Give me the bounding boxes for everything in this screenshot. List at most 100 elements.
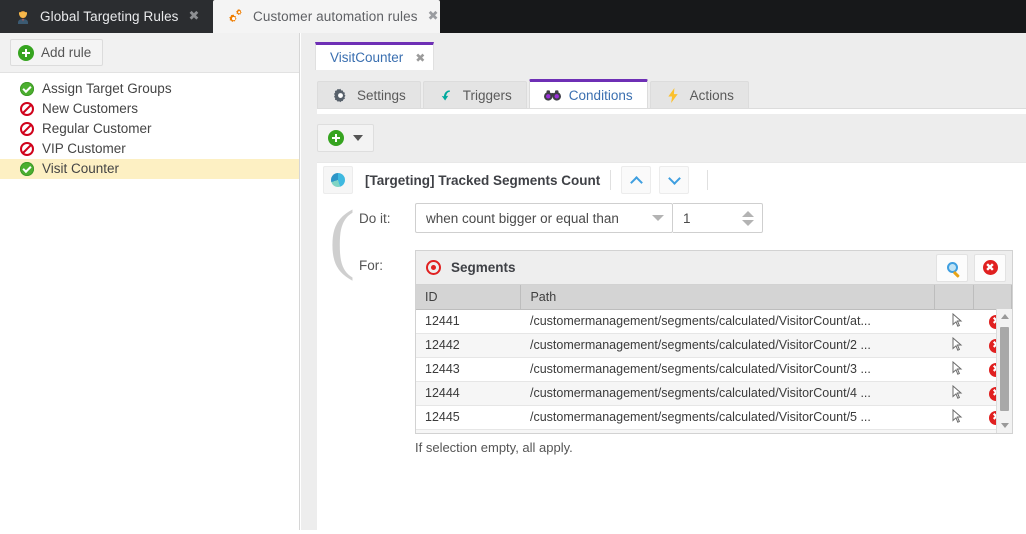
conditions-toolbar bbox=[301, 114, 1026, 152]
tab-triggers[interactable]: Triggers bbox=[422, 81, 527, 108]
chevron-down-icon[interactable] bbox=[353, 135, 363, 141]
app-tab-global-targeting-rules[interactable]: Global Targeting Rules ✖ bbox=[0, 0, 213, 33]
segments-table-body: 12441 /customermanagement/segments/calcu… bbox=[416, 309, 1012, 433]
segments-search-button[interactable] bbox=[936, 253, 968, 282]
table-row[interactable]: 12443 /customermanagement/segments/calcu… bbox=[416, 357, 1012, 382]
sidebar-item-visit-counter[interactable]: Visit Counter bbox=[0, 159, 299, 179]
cursor-pointer-icon bbox=[952, 336, 963, 351]
rule-list: Assign Target Groups New Customers Regul… bbox=[0, 73, 299, 179]
rule-label: Visit Counter bbox=[42, 161, 120, 176]
cursor-pointer-icon bbox=[952, 312, 963, 327]
column-header-id[interactable]: ID bbox=[416, 285, 522, 310]
operator-select[interactable]: when count bigger or equal than bbox=[415, 203, 673, 233]
rule-label: New Customers bbox=[42, 101, 139, 116]
cell-path: /customermanagement/segments/calculated/… bbox=[520, 333, 935, 358]
red-x-circle-icon: ✖ bbox=[982, 260, 998, 275]
tab-settings[interactable]: Settings bbox=[317, 81, 421, 108]
table-row[interactable]: 12441 /customermanagement/segments/calcu… bbox=[416, 309, 1012, 334]
cell-path: /customermanagement/segments/calculated/… bbox=[520, 357, 935, 382]
gears-icon bbox=[227, 8, 245, 26]
sidebar-item-new-customers[interactable]: New Customers bbox=[0, 99, 299, 119]
close-icon[interactable]: ✖ bbox=[428, 10, 439, 23]
move-condition-down-button[interactable] bbox=[659, 166, 690, 194]
stepper-arrows[interactable] bbox=[742, 210, 754, 226]
document-tab-strip: VisitCounter ✖ bbox=[301, 33, 1026, 70]
app-tab-label: Global Targeting Rules bbox=[40, 9, 179, 24]
cursor-pointer-icon bbox=[952, 360, 963, 375]
cell-path: /customermanagement/segments/calculated/… bbox=[520, 381, 935, 406]
count-stepper[interactable]: 1 bbox=[673, 203, 763, 233]
sidebar-item-regular-customer[interactable]: Regular Customer bbox=[0, 119, 299, 139]
hook-icon bbox=[438, 88, 455, 103]
grouping-brace: ( bbox=[329, 194, 355, 281]
cell-pick[interactable] bbox=[934, 381, 974, 406]
cell-pick[interactable] bbox=[934, 357, 974, 382]
close-icon[interactable]: ✖ bbox=[189, 10, 200, 23]
cursor-pointer-icon bbox=[952, 432, 963, 433]
table-row[interactable]: 12444 /customermanagement/segments/calcu… bbox=[416, 381, 1012, 406]
sidebar-item-vip-customer[interactable]: VIP Customer bbox=[0, 139, 299, 159]
column-header-path[interactable]: Path bbox=[520, 285, 936, 310]
condition-icon-box bbox=[323, 166, 353, 194]
divider bbox=[707, 170, 709, 190]
cursor-pointer-icon bbox=[952, 408, 963, 423]
add-rule-button[interactable]: Add rule bbox=[10, 39, 104, 66]
tab-label: Conditions bbox=[568, 87, 633, 103]
segments-clear-button[interactable]: ✖ bbox=[974, 253, 1006, 282]
window-tab-bar: Global Targeting Rules ✖ Customer automa… bbox=[0, 0, 1026, 33]
green-check-icon bbox=[20, 162, 34, 176]
cell-pick[interactable] bbox=[934, 429, 974, 433]
rule-label: Assign Target Groups bbox=[42, 81, 172, 96]
sidebar-toolbar: Add rule bbox=[0, 33, 299, 73]
cell-pick[interactable] bbox=[934, 309, 974, 334]
move-condition-up-button[interactable] bbox=[621, 166, 652, 194]
table-row[interactable]: 12445 /customermanagement/segments/calcu… bbox=[416, 405, 1012, 430]
cell-id: 12446 bbox=[416, 429, 521, 433]
cell-path: /customermanagement/segments/calculated/… bbox=[520, 309, 935, 334]
rules-sidebar: Add rule Assign Target Groups New Custom… bbox=[0, 33, 300, 530]
trophy-person-icon bbox=[14, 8, 32, 26]
sidebar-item-assign-target-groups[interactable]: Assign Target Groups bbox=[0, 79, 299, 99]
tab-conditions[interactable]: Conditions bbox=[528, 79, 648, 108]
add-condition-button[interactable] bbox=[317, 124, 374, 152]
scroll-up-button[interactable] bbox=[997, 309, 1012, 324]
segments-table: ID Path 12441 /customermanagement/segmen… bbox=[416, 285, 1012, 433]
cursor-pointer-icon bbox=[952, 384, 963, 399]
scrollbar-thumb[interactable] bbox=[1000, 327, 1009, 411]
cell-id: 12441 bbox=[416, 309, 521, 334]
do-it-label: Do it: bbox=[359, 211, 391, 226]
segments-table-scrollbar[interactable] bbox=[996, 309, 1012, 433]
column-header-pick bbox=[934, 285, 974, 310]
table-header-row: ID Path bbox=[416, 285, 1012, 310]
rule-editor-pane: VisitCounter ✖ Settings Triggers Conditi… bbox=[301, 33, 1026, 534]
caret-up-icon[interactable] bbox=[742, 210, 754, 217]
close-icon[interactable]: ✖ bbox=[415, 51, 425, 65]
scroll-down-button[interactable] bbox=[997, 418, 1012, 433]
table-row[interactable]: 12446 /customermanagement/segments/calcu… bbox=[416, 429, 1012, 433]
document-tab-label: VisitCounter bbox=[330, 50, 404, 65]
condition-body: ( Do it: when count bigger or equal than… bbox=[317, 194, 1026, 455]
cell-pick[interactable] bbox=[934, 405, 974, 430]
tab-actions[interactable]: Actions bbox=[649, 81, 749, 108]
divider bbox=[610, 170, 612, 190]
caret-down-icon[interactable] bbox=[742, 219, 754, 226]
document-tab-visitcounter[interactable]: VisitCounter ✖ bbox=[315, 42, 435, 70]
condition-title: [Targeting] Tracked Segments Count bbox=[365, 172, 601, 188]
app-tab-customer-automation-rules[interactable]: Customer automation rules ✖ bbox=[213, 0, 440, 33]
binoculars-icon bbox=[543, 88, 561, 103]
chevron-down-icon bbox=[652, 215, 664, 221]
cell-id: 12445 bbox=[416, 405, 521, 430]
rule-label: Regular Customer bbox=[42, 121, 152, 136]
cell-pick[interactable] bbox=[934, 333, 974, 358]
red-ban-icon bbox=[20, 102, 34, 116]
table-row[interactable]: 12442 /customermanagement/segments/calcu… bbox=[416, 333, 1012, 358]
app-tab-label: Customer automation rules bbox=[253, 9, 418, 24]
cell-id: 12443 bbox=[416, 357, 521, 382]
plus-circle-icon bbox=[328, 130, 344, 146]
lightning-icon bbox=[665, 87, 682, 103]
gear-icon bbox=[332, 88, 349, 103]
segments-table-wrapper: ID Path 12441 /customermanagement/segmen… bbox=[416, 285, 1012, 433]
for-row: For: Segments ✖ ID Path 12441 /customerm… bbox=[331, 250, 1026, 434]
red-ban-icon bbox=[20, 122, 34, 136]
target-icon bbox=[426, 260, 441, 275]
